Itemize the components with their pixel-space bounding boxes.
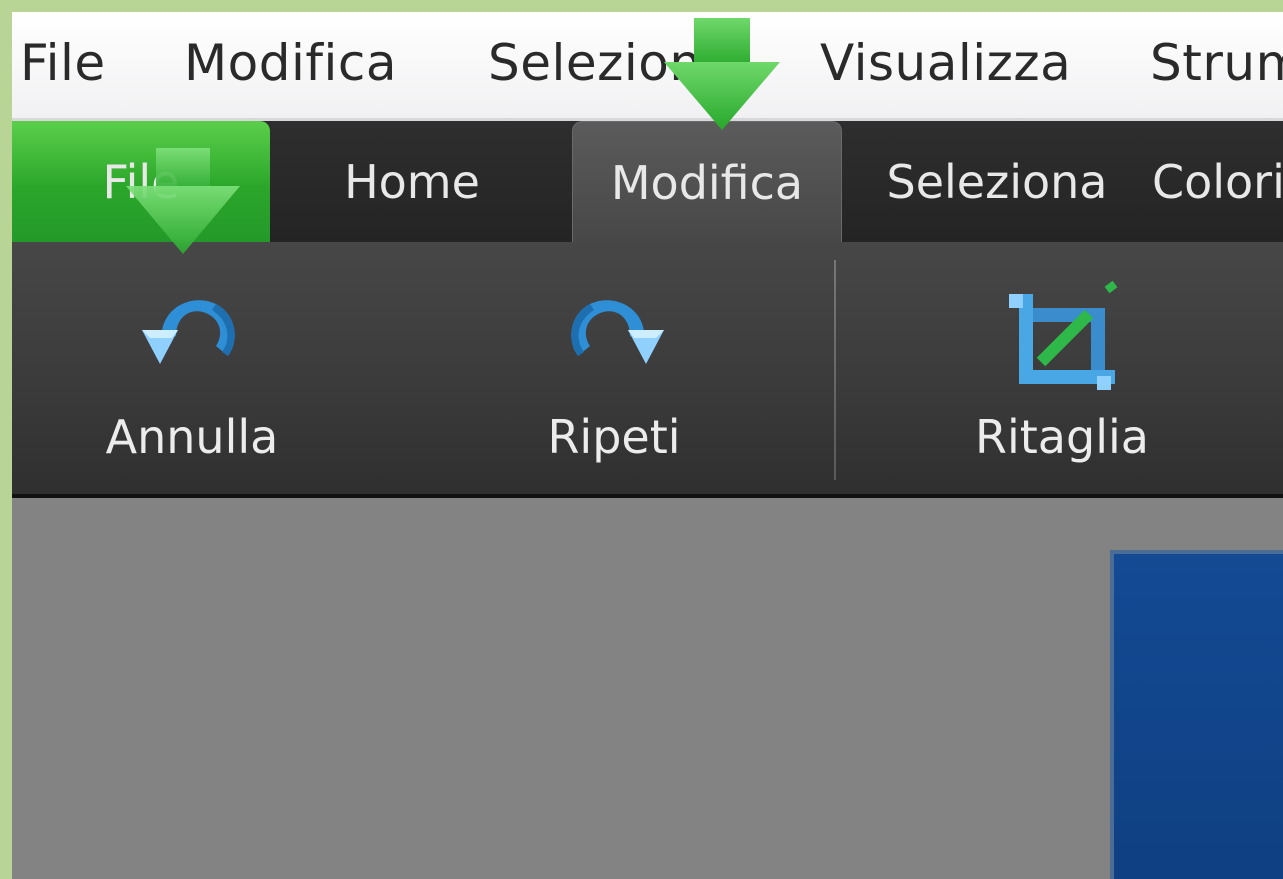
redo-icon [554,280,674,384]
undo-button[interactable]: Annulla [92,242,292,494]
tab-colori[interactable]: Colori [1152,121,1283,242]
redo-label: Ripeti [547,410,681,464]
menu-visualizza[interactable]: Visualizza [820,32,1071,94]
undo-icon [132,280,252,384]
document-image [1110,550,1283,879]
ribbon-separator [834,260,836,480]
app-window: File Modifica Seleziona Visualizza Strum… [12,12,1283,879]
tab-modifica[interactable]: Modifica [572,121,842,243]
crop-label: Ritaglia [975,410,1149,464]
down-arrow-icon [126,148,240,254]
image-canvas[interactable] [12,498,1283,879]
menu-file[interactable]: File [20,32,106,94]
down-arrow-icon [664,18,780,130]
undo-label: Annulla [105,410,279,464]
ribbon-panel: Annulla Ripeti Ritaglia [12,242,1283,498]
crop-icon [997,280,1127,404]
menu-strumenti[interactable]: Strumenti [1150,32,1283,94]
tab-home[interactable]: Home [312,121,512,242]
redo-button[interactable]: Ripeti [514,242,714,494]
menu-modifica[interactable]: Modifica [184,32,397,94]
menu-bar: File Modifica Seleziona Visualizza Strum… [12,12,1283,121]
tab-seleziona[interactable]: Seleziona [862,121,1132,242]
crop-button[interactable]: Ritaglia [962,242,1162,494]
